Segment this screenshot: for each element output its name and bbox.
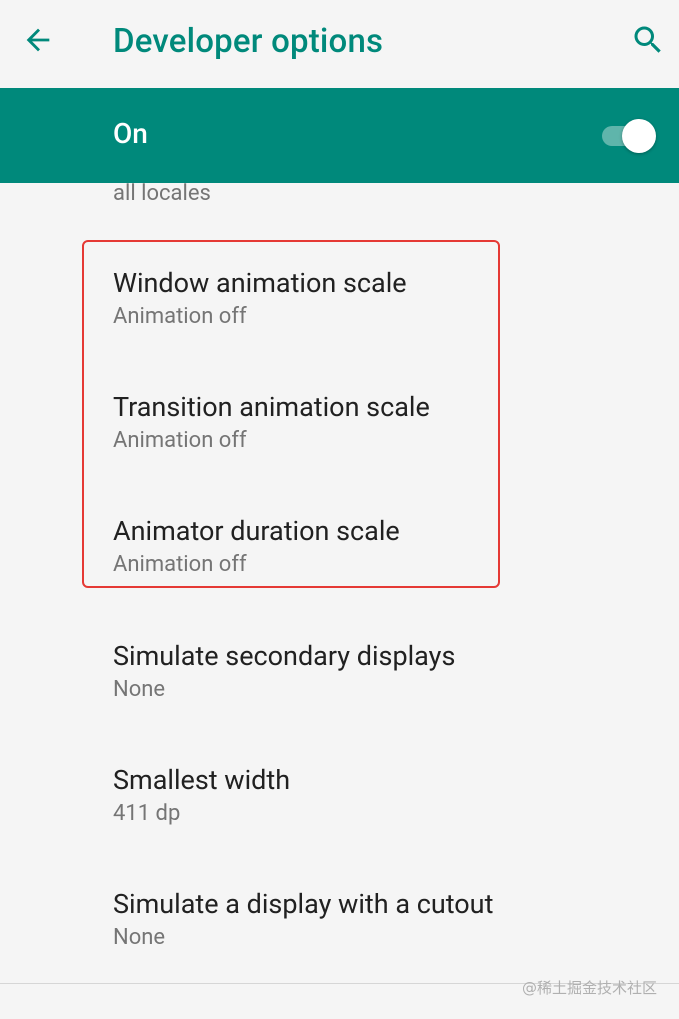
settings-list[interactable]: all locales Window animation scale Anima… bbox=[0, 183, 679, 983]
pref-title: Transition animation scale bbox=[113, 391, 430, 423]
master-switch-label: On bbox=[113, 117, 148, 150]
arrow-back-icon bbox=[26, 28, 50, 52]
pref-title: Smallest width bbox=[113, 764, 291, 796]
pref-transition-animation-scale[interactable]: Transition animation scale Animation off bbox=[0, 389, 679, 513]
pref-simulate-display-cutout[interactable]: Simulate a display with a cutout None bbox=[0, 886, 679, 983]
top-app-bar: Developer options bbox=[0, 0, 679, 88]
pref-simulate-secondary-displays[interactable]: Simulate secondary displays None bbox=[0, 638, 679, 762]
pref-smallest-width[interactable]: Smallest width 411 dp bbox=[0, 762, 679, 886]
pref-title: Simulate a display with a cutout bbox=[113, 888, 494, 920]
search-button[interactable] bbox=[624, 16, 672, 64]
pref-title: Animator duration scale bbox=[113, 515, 400, 547]
pref-summary: 411 dp bbox=[113, 801, 181, 826]
pref-summary: None bbox=[113, 677, 166, 702]
master-switch-bar[interactable]: On bbox=[0, 88, 679, 183]
toggle-thumb bbox=[622, 119, 656, 153]
search-icon bbox=[634, 26, 661, 53]
pref-summary: Animation off bbox=[113, 304, 247, 329]
pref-animator-duration-scale[interactable]: Animator duration scale Animation off bbox=[0, 513, 679, 637]
watermark: @稀土掘金技术社区 bbox=[521, 979, 657, 997]
developer-options-toggle[interactable] bbox=[600, 119, 658, 153]
pref-summary: Animation off bbox=[113, 552, 247, 577]
partial-item-summary: all locales bbox=[113, 183, 211, 206]
pref-summary: Animation off bbox=[113, 428, 247, 453]
pref-summary: None bbox=[113, 925, 166, 950]
pref-title: Window animation scale bbox=[113, 267, 407, 299]
pref-title: Simulate secondary displays bbox=[113, 640, 456, 672]
pref-window-animation-scale[interactable]: Window animation scale Animation off bbox=[0, 265, 679, 389]
page-title: Developer options bbox=[113, 22, 384, 61]
back-button[interactable] bbox=[14, 16, 62, 64]
settings-screen: Developer options On all locales Window … bbox=[0, 0, 679, 1019]
